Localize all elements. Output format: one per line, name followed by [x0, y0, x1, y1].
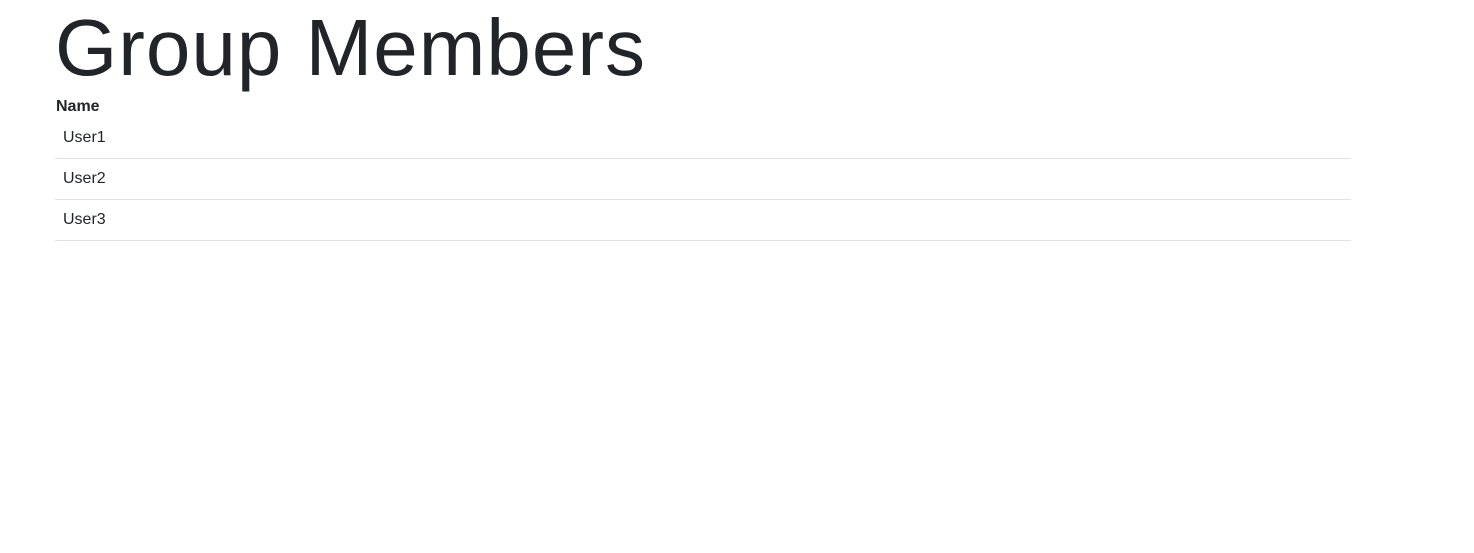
- members-table: Name User1 User2 User3: [55, 96, 1351, 241]
- member-name-cell: User1: [55, 118, 1351, 159]
- main-container: Group Members Name User1 User2 User3: [55, 0, 1351, 241]
- column-header-name: Name: [56, 98, 100, 115]
- page-title: Group Members: [55, 3, 646, 92]
- table-body: User1 User2 User3: [55, 118, 1351, 241]
- table-row: User3: [55, 199, 1351, 241]
- member-name-cell: User2: [55, 158, 1351, 200]
- table-row: User2: [55, 158, 1351, 200]
- member-name-cell: User3: [55, 199, 1351, 241]
- table-header-row: Name: [55, 96, 1351, 118]
- table-row: User1: [55, 118, 1351, 159]
- table-header: Name: [55, 96, 1351, 118]
